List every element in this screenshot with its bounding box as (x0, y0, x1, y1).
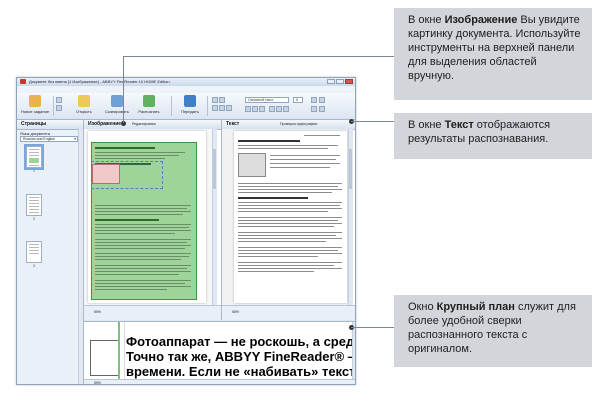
image-scrollbar[interactable] (212, 129, 217, 305)
zoom-callout-leader (351, 327, 394, 328)
recognized-text-page (234, 131, 347, 303)
page-number: 1 (33, 169, 35, 173)
maximize-button[interactable] (336, 79, 344, 84)
text-viewport[interactable] (222, 129, 353, 305)
font-size-select[interactable]: 9 (293, 97, 303, 103)
align-center-icon[interactable] (276, 106, 282, 112)
callout-keyword: Текст (444, 119, 474, 131)
text-zoom-bar: 55% (222, 305, 355, 320)
toolbar-separator (207, 96, 208, 116)
open-button[interactable]: Открыть (73, 95, 95, 114)
scan-button[interactable]: Сканировать (103, 95, 131, 114)
folder-icon (78, 95, 90, 107)
zoomed-text-line: Точно так же, ABBYY FineReader® — (126, 349, 356, 364)
zoom-scrollbar[interactable] (352, 322, 355, 380)
zoom-value[interactable]: 55% (94, 381, 101, 384)
image-zoom-bar: 55% (84, 305, 221, 320)
minimize-button[interactable] (327, 79, 335, 84)
zoomed-text: Фотоаппарат — не роскошь, а средст Точно… (126, 334, 356, 379)
text-panel-title: Текст (226, 121, 240, 127)
callout-keyword: Крупный план (436, 301, 515, 313)
zoomed-text-line: времени. Если не «набивать» текст в (126, 364, 356, 379)
spell-check-button[interactable]: Проверка орфографии (280, 120, 317, 129)
page-thumbnail[interactable]: 1 (24, 144, 44, 173)
underline-icon[interactable] (259, 106, 265, 112)
main-toolbar: Новое задание Открыть Сканировать Распоз… (17, 93, 355, 120)
options-icon[interactable] (319, 97, 325, 103)
zoom-in-icon[interactable] (311, 106, 317, 112)
callout-keyword: Изображение (444, 14, 518, 26)
window-controls (327, 79, 353, 84)
bold-icon[interactable] (245, 106, 251, 112)
zoom-image-fragment (84, 322, 125, 384)
finereader-window: Документ без имени [1 Изображение] - ABB… (16, 77, 356, 385)
toolbar-separator (53, 96, 54, 116)
text-callout-leader (351, 121, 394, 122)
image-zoom-value[interactable]: 55% (94, 310, 101, 314)
zoom-status-bar: 55% (84, 379, 355, 384)
table-area-icon[interactable] (219, 105, 225, 111)
recognize-button[interactable]: Распознать (135, 95, 163, 114)
pages-scrollbar[interactable] (78, 129, 83, 384)
page-thumbnail[interactable]: 2 (26, 194, 42, 221)
italic-icon[interactable] (252, 106, 258, 112)
text-area-icon[interactable] (219, 97, 225, 103)
style-select[interactable]: Основной текст (245, 97, 289, 103)
recognize-icon (143, 95, 155, 107)
image-callout-leader (123, 56, 394, 57)
image-viewport[interactable] (84, 129, 217, 305)
zoom-window-callout: Окно Крупный план служит для более удобн… (394, 295, 592, 367)
undo-icon[interactable] (56, 97, 62, 103)
select-area-icon[interactable] (212, 97, 218, 103)
document-language-select[interactable]: Russian and English ▾ (20, 136, 78, 142)
recognized-picture (238, 153, 266, 177)
zoomed-area-border (118, 322, 120, 384)
edit-image-button[interactable]: Редактировать (132, 120, 156, 129)
zoom-panel: Фотоаппарат — не роскошь, а средст Точно… (84, 321, 356, 384)
align-left-icon[interactable] (269, 106, 275, 112)
chevron-down-icon: ▾ (74, 137, 76, 141)
text-zoom-value[interactable]: 55% (232, 310, 239, 314)
page-number: 3 (33, 264, 35, 268)
photo-camera-image (92, 164, 120, 184)
send-button[interactable]: Передать (179, 95, 201, 114)
app-icon (20, 79, 26, 84)
new-task-button[interactable]: Новое задание (21, 95, 49, 114)
pages-panel-title: Страницы (21, 121, 47, 127)
document-image (88, 131, 206, 303)
window-title: Документ без имени [1 Изображение] - ABB… (29, 79, 170, 84)
image-window-callout: В окне Изображение Вы увидите картинку д… (394, 8, 592, 100)
scanner-icon (111, 95, 123, 107)
text-panel: Текст Проверка орфографии 55% (222, 120, 355, 320)
new-task-icon (29, 95, 41, 107)
pages-panel: Страницы Язык документа Russian and Engl… (17, 120, 84, 384)
pages-panel-header: Страницы (17, 120, 83, 130)
page-thumbnail[interactable]: 3 (26, 241, 42, 268)
document-language-value: Russian and English (23, 137, 55, 141)
zoomed-text-line: Фотоаппарат — не роскошь, а средст (126, 334, 356, 349)
text-window-callout: В окне Текст отображаются результаты рас… (394, 113, 592, 159)
close-button[interactable] (345, 79, 353, 84)
image-callout-leader (123, 56, 124, 123)
barcode-area-icon[interactable] (226, 105, 232, 111)
redo-icon[interactable] (56, 105, 62, 111)
zoomed-picture-frame (90, 340, 120, 376)
picture-area-icon[interactable] (212, 105, 218, 111)
image-panel-title: Изображение (88, 121, 122, 127)
page-number: 2 (33, 217, 35, 221)
text-scrollbar[interactable] (348, 129, 353, 305)
tools-icon[interactable] (311, 97, 317, 103)
align-right-icon[interactable] (283, 106, 289, 112)
zoom-out-icon[interactable] (319, 106, 325, 112)
image-panel: Изображение Редактировать 55% (84, 120, 222, 320)
toolbar-separator (171, 96, 172, 116)
word-icon (184, 95, 196, 107)
